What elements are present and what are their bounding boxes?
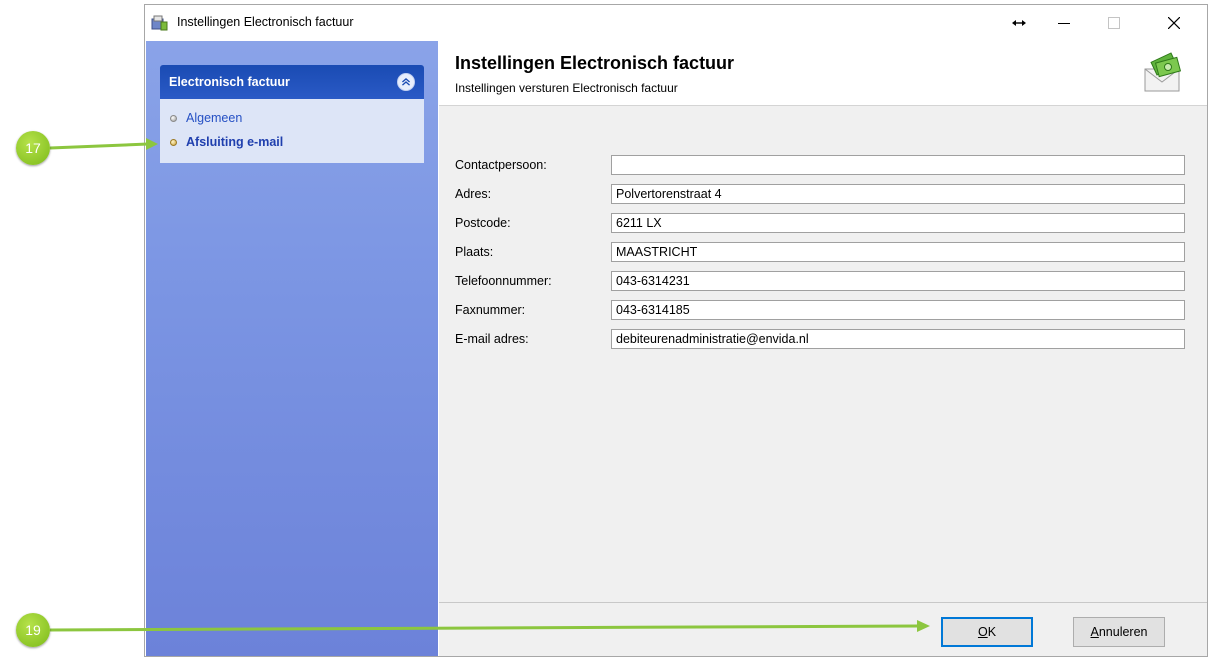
dialog-window: Instellingen Electronisch factuur Electr… bbox=[144, 4, 1208, 657]
postcode-field[interactable] bbox=[611, 213, 1185, 233]
settings-form: Contactpersoon: Adres: Postcode: Plaats:… bbox=[439, 106, 1207, 602]
email-label: E-mail adres: bbox=[455, 332, 529, 346]
ok-mnemonic: O bbox=[977, 625, 988, 639]
title-bar: Instellingen Electronisch factuur bbox=[145, 5, 1207, 41]
callout-badge-17: 17 bbox=[16, 131, 50, 165]
double-arrow-icon bbox=[1012, 20, 1026, 26]
task-item-label: Algemeen bbox=[186, 111, 243, 125]
window-title: Instellingen Electronisch factuur bbox=[177, 15, 354, 29]
task-group-title: Electronisch factuur bbox=[169, 75, 290, 89]
collapse-chevron-icon[interactable] bbox=[397, 73, 415, 91]
bullet-icon bbox=[170, 138, 177, 146]
app-icon bbox=[151, 15, 168, 31]
telefoonnummer-field[interactable] bbox=[611, 271, 1185, 291]
close-button[interactable] bbox=[1151, 5, 1197, 41]
task-group-body: Algemeen Afsluiting e-mail bbox=[160, 99, 424, 163]
plaats-field[interactable] bbox=[611, 242, 1185, 262]
page-subtitle: Instellingen versturen Electronisch fact… bbox=[455, 81, 678, 95]
bullet-icon bbox=[170, 114, 177, 122]
maximize-button[interactable] bbox=[1091, 5, 1137, 41]
contactpersoon-field[interactable] bbox=[611, 155, 1185, 175]
close-icon bbox=[1168, 17, 1180, 29]
resize-toggle-button[interactable] bbox=[1001, 5, 1037, 41]
cancel-mnemonic: A bbox=[1090, 625, 1099, 639]
callout-badge-19: 19 bbox=[16, 613, 50, 647]
ok-button[interactable]: OK bbox=[941, 617, 1033, 647]
postcode-label: Postcode: bbox=[455, 216, 511, 230]
minimize-button[interactable] bbox=[1041, 5, 1087, 41]
task-item-algemeen[interactable]: Algemeen bbox=[170, 109, 242, 127]
faxnummer-field[interactable] bbox=[611, 300, 1185, 320]
cancel-label-rest: nnuleren bbox=[1098, 625, 1148, 639]
adres-field[interactable] bbox=[611, 184, 1185, 204]
cancel-button[interactable]: Annuleren bbox=[1073, 617, 1165, 647]
header-panel: Instellingen Electronisch factuur Instel… bbox=[439, 41, 1207, 106]
task-group-header[interactable]: Electronisch factuur bbox=[160, 65, 424, 99]
email-field[interactable] bbox=[611, 329, 1185, 349]
faxnummer-label: Faxnummer: bbox=[455, 303, 526, 317]
task-item-afsluiting-email[interactable]: Afsluiting e-mail bbox=[170, 133, 283, 151]
maximize-icon bbox=[1108, 17, 1120, 29]
envelope-money-icon bbox=[1144, 52, 1182, 92]
page-title: Instellingen Electronisch factuur bbox=[455, 53, 735, 73]
minimize-icon bbox=[1058, 23, 1070, 24]
task-pane: Electronisch factuur Algemeen Afsluiting… bbox=[146, 41, 438, 656]
plaats-label: Plaats: bbox=[455, 245, 494, 259]
telefoonnummer-label: Telefoonnummer: bbox=[455, 274, 552, 288]
adres-label: Adres: bbox=[455, 187, 492, 201]
contactpersoon-label: Contactpersoon: bbox=[455, 158, 547, 172]
task-item-label: Afsluiting e-mail bbox=[186, 135, 284, 149]
button-bar: OK Annuleren bbox=[439, 602, 1207, 656]
ok-label-rest: K bbox=[987, 625, 997, 639]
